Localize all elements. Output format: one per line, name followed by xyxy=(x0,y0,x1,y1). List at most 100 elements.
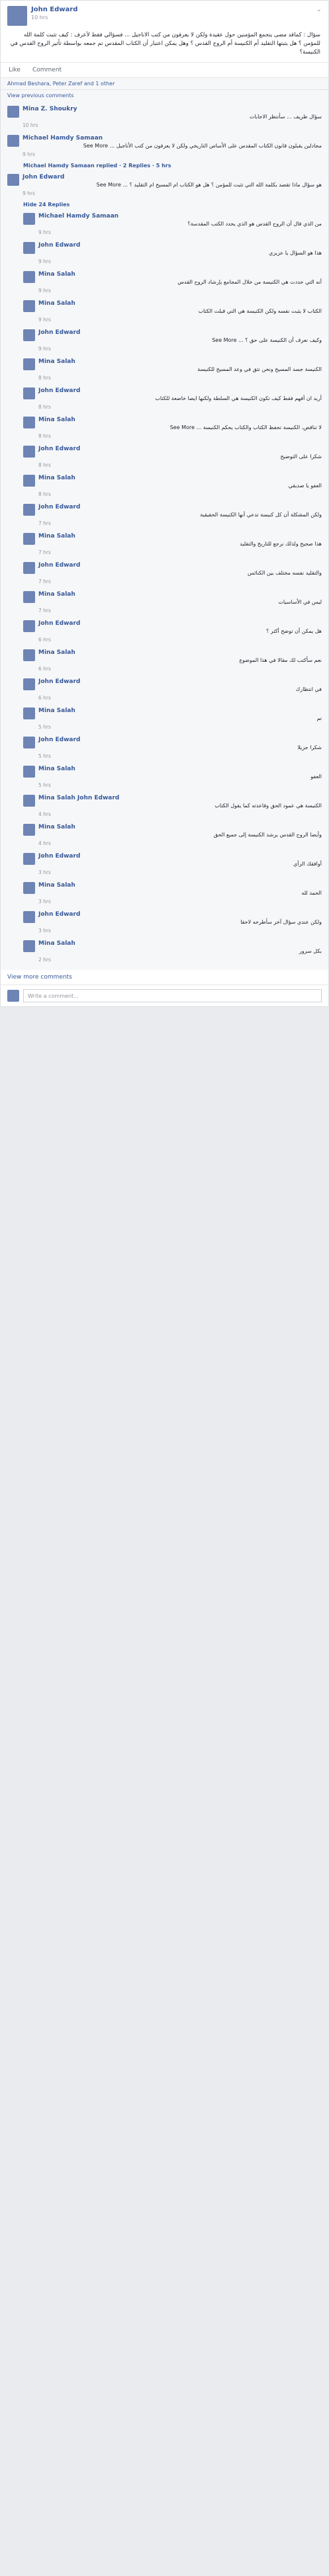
commenter-avatar[interactable] xyxy=(23,446,35,458)
commenter-name[interactable]: Mina Z. Shoukry xyxy=(23,106,322,112)
commenter-avatar[interactable] xyxy=(23,766,35,778)
commenter-avatar[interactable] xyxy=(23,707,35,719)
commenter-name[interactable]: John Edward xyxy=(38,446,322,452)
comment-time[interactable]: 8 hrs xyxy=(38,375,322,381)
commenter-name[interactable]: Mina Salah John Edward xyxy=(38,795,322,801)
comment-time[interactable]: 7 hrs xyxy=(38,608,322,614)
commenter-avatar[interactable] xyxy=(23,620,35,632)
commenter-avatar[interactable] xyxy=(23,387,35,399)
commenter-avatar[interactable] xyxy=(23,358,35,370)
comment-time[interactable]: 3 hrs xyxy=(38,928,322,934)
commenter-avatar[interactable] xyxy=(23,329,35,341)
comment-time[interactable]: 9 hrs xyxy=(38,317,322,323)
author-avatar[interactable] xyxy=(7,6,27,26)
comment-time[interactable]: 9 hrs xyxy=(38,229,322,235)
comment-time[interactable]: 7 hrs xyxy=(38,520,322,526)
comment-time[interactable]: 9 hrs xyxy=(38,288,322,294)
commenter-name[interactable]: Mina Salah xyxy=(38,591,322,598)
commenter-name[interactable]: Mina Salah xyxy=(38,300,322,307)
view-more-comments-link[interactable]: View more comments xyxy=(1,970,328,985)
comment-time[interactable]: 8 hrs xyxy=(38,462,322,468)
commenter-name[interactable]: Mina Salah xyxy=(38,417,322,423)
commenter-avatar[interactable] xyxy=(23,649,35,661)
commenter-avatar[interactable] xyxy=(23,562,35,574)
commenter-name[interactable]: John Edward xyxy=(38,620,322,627)
commenter-avatar[interactable] xyxy=(23,591,35,603)
commenter-avatar[interactable] xyxy=(23,475,35,487)
commenter-name[interactable]: John Edward xyxy=(38,329,322,336)
commenter-name[interactable]: Michael Hamdy Samaan xyxy=(23,135,322,141)
comment-time[interactable]: 5 hrs xyxy=(38,782,322,788)
commenter-avatar[interactable] xyxy=(23,271,35,283)
comment-time[interactable]: 7 hrs xyxy=(38,579,322,584)
comment-time[interactable]: 4 hrs xyxy=(38,811,322,817)
commenter-name[interactable]: John Edward xyxy=(38,853,322,860)
commenter-avatar[interactable] xyxy=(23,213,35,225)
comment-text: الكنيسة هي عمود الحق وقاعدته كما يقول ال… xyxy=(214,803,322,809)
replies-toggle[interactable]: Hide 24 Replies xyxy=(1,200,328,210)
commenter-name[interactable]: Mina Salah xyxy=(38,940,322,947)
comment-time[interactable]: 5 hrs xyxy=(38,753,322,759)
comment-time[interactable]: 4 hrs xyxy=(38,840,322,846)
commenter-avatar[interactable] xyxy=(7,135,19,147)
chevron-down-icon[interactable]: ⌄ xyxy=(316,6,322,26)
comment-time[interactable]: 6 hrs xyxy=(38,666,322,672)
commenter-avatar[interactable] xyxy=(23,853,35,865)
commenter-avatar[interactable] xyxy=(23,300,35,312)
comment-time[interactable]: 8 hrs xyxy=(38,404,322,410)
like-button[interactable]: Like xyxy=(9,67,21,73)
post-author[interactable]: John Edward xyxy=(31,6,77,13)
comment-time[interactable]: 9 hrs xyxy=(38,259,322,264)
comment-time[interactable]: 5 hrs xyxy=(38,724,322,730)
commenter-name[interactable]: Mina Salah xyxy=(38,824,322,830)
commenter-avatar[interactable] xyxy=(7,174,19,186)
commenter-avatar[interactable] xyxy=(7,106,19,118)
comment-input[interactable]: Write a comment... xyxy=(23,989,322,1002)
commenter-name[interactable]: Mina Salah xyxy=(38,358,322,365)
commenter-avatar[interactable] xyxy=(23,737,35,748)
commenter-name[interactable]: John Edward xyxy=(38,387,322,394)
commenter-avatar[interactable] xyxy=(23,824,35,836)
comment-time[interactable]: 8 hrs xyxy=(38,491,322,497)
commenter-avatar[interactable] xyxy=(23,882,35,894)
comment-time[interactable]: 9 hrs xyxy=(23,190,322,196)
comment-time[interactable]: 9 hrs xyxy=(23,151,322,157)
commenter-avatar[interactable] xyxy=(23,504,35,516)
commenter-name[interactable]: Mina Salah xyxy=(38,766,322,772)
comment-time[interactable]: 3 hrs xyxy=(38,869,322,875)
commenter-name[interactable]: Michael Hamdy Samaan xyxy=(38,213,322,220)
commenter-avatar[interactable] xyxy=(23,940,35,952)
replies-toggle[interactable]: Michael Hamdy Samaan replied · 2 Replies… xyxy=(1,161,328,171)
commenter-name[interactable]: John Edward xyxy=(38,504,322,510)
commenter-name[interactable]: John Edward xyxy=(38,242,322,249)
commenter-name[interactable]: John Edward xyxy=(38,562,322,569)
comment-time[interactable]: 9 hrs xyxy=(38,346,322,352)
view-previous-comments-link[interactable]: View previous comments xyxy=(7,93,73,99)
commenter-name[interactable]: Mina Salah xyxy=(38,882,322,889)
commenter-name[interactable]: Mina Salah xyxy=(38,649,322,656)
commenter-avatar[interactable] xyxy=(23,417,35,428)
comment-time[interactable]: 6 hrs xyxy=(38,637,322,643)
post-time[interactable]: 10 hrs xyxy=(31,15,77,20)
commenter-name[interactable]: John Edward xyxy=(38,737,322,743)
comment-time[interactable]: 8 hrs xyxy=(38,433,322,439)
commenter-avatar[interactable] xyxy=(23,795,35,807)
commenter-avatar[interactable] xyxy=(23,242,35,254)
commenter-name[interactable]: Mina Salah xyxy=(38,475,322,481)
comment-time[interactable]: 3 hrs xyxy=(38,899,322,905)
commenter-avatar[interactable] xyxy=(23,911,35,923)
comment-time[interactable]: 2 hrs xyxy=(38,957,322,963)
commenter-name[interactable]: Mina Salah xyxy=(38,707,322,714)
comment-time[interactable]: 6 hrs xyxy=(38,695,322,701)
comment-button[interactable]: Comment xyxy=(32,67,62,73)
commenter-name[interactable]: John Edward xyxy=(23,174,322,181)
commenter-name[interactable]: Mina Salah xyxy=(38,533,322,540)
comment-time[interactable]: 10 hrs xyxy=(23,122,322,128)
commenter-avatar[interactable] xyxy=(23,678,35,690)
like-summary[interactable]: Ahmad Beshara, Peter Zaref and 1 other xyxy=(7,81,115,87)
commenter-name[interactable]: John Edward xyxy=(38,911,322,918)
commenter-avatar[interactable] xyxy=(23,533,35,545)
comment-time[interactable]: 7 hrs xyxy=(38,549,322,555)
commenter-name[interactable]: Mina Salah xyxy=(38,271,322,278)
commenter-name[interactable]: John Edward xyxy=(38,678,322,685)
